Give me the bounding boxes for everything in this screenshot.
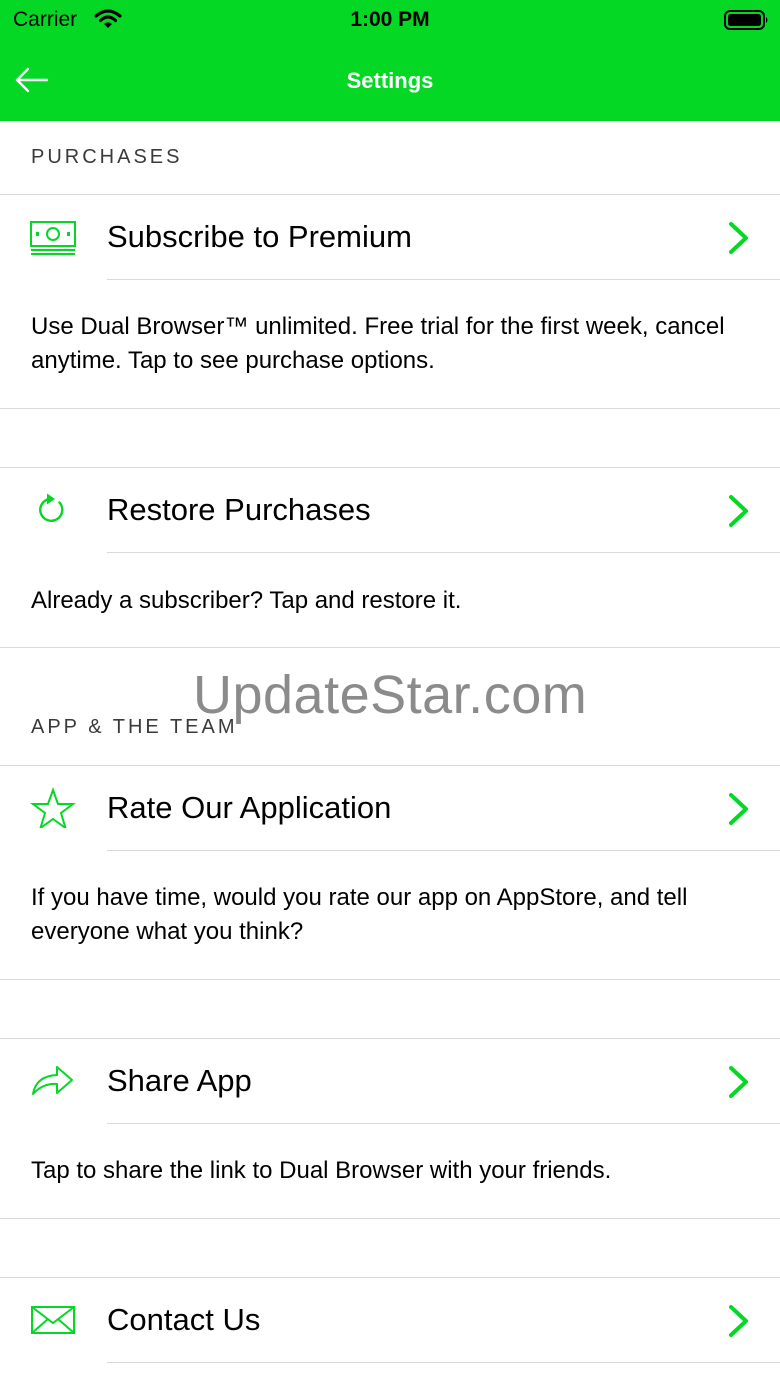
status-time: 1:00 PM bbox=[350, 8, 430, 31]
section-header-purchases: PURCHASES bbox=[31, 146, 183, 168]
separator bbox=[107, 1123, 780, 1124]
rate-application-description: If you have time, would you rate our app… bbox=[31, 884, 688, 945]
page-title: Settings bbox=[346, 68, 434, 93]
contact-us-label: Contact Us bbox=[107, 1302, 261, 1337]
rate-application-row[interactable]: Rate Our Application bbox=[0, 766, 780, 851]
separator bbox=[107, 552, 780, 553]
chevron-right-icon bbox=[729, 1305, 748, 1337]
chevron-right-icon bbox=[729, 1066, 748, 1098]
section-header-app-team: APP & THE TEAM bbox=[31, 716, 238, 738]
restore-purchases-description: Already a subscriber? Tap and restore it… bbox=[31, 587, 462, 614]
restore-purchases-row[interactable]: Restore Purchases bbox=[0, 468, 780, 553]
chevron-right-icon bbox=[729, 222, 748, 254]
restore-purchases-label: Restore Purchases bbox=[107, 492, 371, 527]
share-app-label: Share App bbox=[107, 1063, 252, 1098]
separator bbox=[0, 408, 780, 409]
star-icon bbox=[30, 787, 76, 828]
share-app-description: Tap to share the link to Dual Browser wi… bbox=[31, 1157, 612, 1184]
battery-icon bbox=[724, 10, 768, 30]
share-app-row[interactable]: Share App bbox=[0, 1039, 780, 1124]
contact-us-row[interactable]: Contact Us bbox=[0, 1278, 780, 1363]
refresh-icon bbox=[39, 493, 64, 522]
separator bbox=[0, 647, 780, 648]
subscribe-premium-label: Subscribe to Premium bbox=[107, 219, 412, 254]
watermark: UpdateStar.com bbox=[193, 665, 588, 725]
separator bbox=[0, 1218, 780, 1219]
chevron-right-icon bbox=[729, 495, 748, 527]
separator bbox=[107, 850, 780, 851]
chevron-right-icon bbox=[729, 793, 748, 825]
subscribe-premium-description: Use Dual Browser™ unlimited. Free trial … bbox=[31, 313, 725, 374]
separator bbox=[107, 279, 780, 280]
rate-application-label: Rate Our Application bbox=[107, 790, 392, 825]
subscribe-premium-row[interactable]: Subscribe to Premium bbox=[0, 195, 780, 280]
mail-icon bbox=[31, 1306, 75, 1334]
status-bar: Carrier 1:00 PM bbox=[0, 0, 780, 40]
share-icon bbox=[32, 1066, 73, 1095]
money-icon bbox=[30, 221, 76, 255]
separator bbox=[0, 979, 780, 980]
navigation-bar: Settings bbox=[0, 40, 780, 121]
separator bbox=[107, 1362, 780, 1363]
